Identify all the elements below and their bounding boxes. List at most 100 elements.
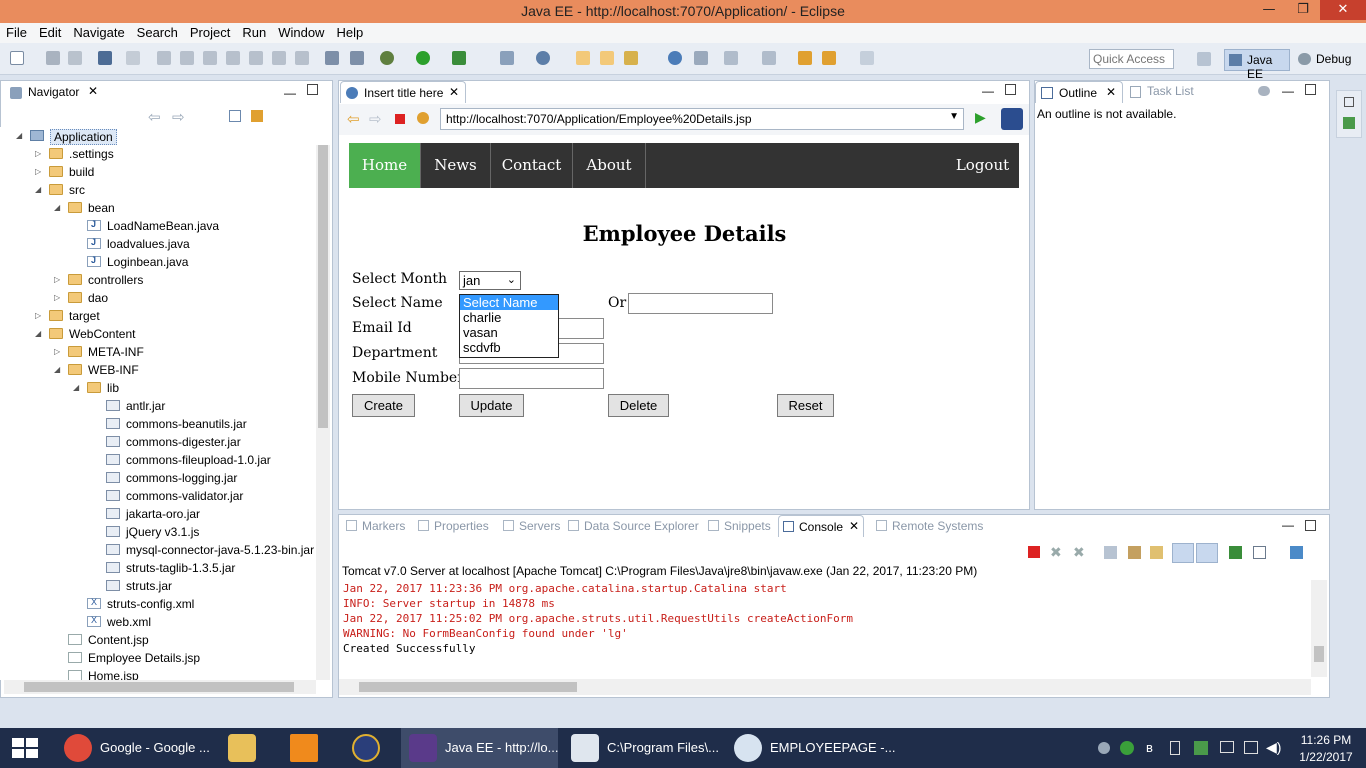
perspective-javaee[interactable]: Java EE [1224,49,1290,81]
resume-icon[interactable] [157,51,171,65]
add-view-icon[interactable] [1343,117,1355,129]
menu-project[interactable]: Project [184,23,236,42]
remove-launch-icon[interactable]: ✖ [1050,545,1062,561]
pin-console-icon[interactable] [1229,546,1242,559]
chevron-right-icon[interactable]: ▷ [35,167,45,177]
step-into-icon[interactable] [249,51,263,65]
back-icon[interactable]: ⇦ [148,108,161,126]
reset-button[interactable]: Reset [777,394,834,417]
chevron-right-icon[interactable]: ▷ [35,149,45,159]
close-icon[interactable]: ✕ [88,84,98,98]
month-select[interactable]: jan ⌄ [459,271,521,290]
menu-window[interactable]: Window [272,23,330,42]
task-eclipse[interactable]: Java EE - http://lo... [401,728,558,768]
task-chrome[interactable]: Google - Google ... [56,728,210,768]
update-button[interactable]: Update [459,394,524,417]
step-return-icon[interactable] [295,51,309,65]
step-over-icon[interactable] [272,51,286,65]
navigator-hscrollbar[interactable] [4,680,316,694]
chevron-down-icon[interactable]: ▼ [949,111,959,122]
previous-annotation-icon[interactable] [762,51,776,65]
restore-icon[interactable] [1344,97,1354,107]
close-icon[interactable]: ✕ [849,519,859,533]
clock[interactable]: 11:26 PM 1/22/2017 [1296,733,1356,764]
open-type-icon[interactable] [576,51,590,65]
battery-icon[interactable] [1220,741,1234,753]
chevron-down-icon[interactable]: ◢ [16,131,26,141]
console-hscroll-thumb[interactable] [359,682,577,692]
link-editor-icon[interactable] [251,110,263,122]
tab-snippets[interactable]: Snippets [704,518,774,540]
open-task-icon[interactable] [600,51,614,65]
forward-icon[interactable] [860,51,874,65]
chevron-down-icon[interactable]: ◢ [54,365,64,375]
quick-access-input[interactable] [1089,49,1174,69]
new-icon[interactable] [10,51,24,65]
tab-browser[interactable]: Insert title here ✕ [340,81,466,103]
nav-contact[interactable]: Contact [491,143,573,188]
tab-outline[interactable]: Outline ✕ [1035,81,1123,103]
create-button[interactable]: Create [352,394,415,417]
close-icon[interactable]: ✕ [449,85,459,99]
terminate-icon[interactable] [203,51,217,65]
web-browser-icon[interactable] [668,51,682,65]
collapse-all-icon[interactable] [229,110,241,122]
maximize-icon[interactable] [1005,84,1016,95]
terminal-icon[interactable] [98,51,112,65]
use-step-filters-icon[interactable] [350,51,364,65]
save-icon[interactable] [46,51,60,65]
drop-to-frame-icon[interactable] [325,51,339,65]
chevron-right-icon[interactable]: ▷ [54,275,64,285]
nav-about[interactable]: About [573,143,646,188]
menu-search[interactable]: Search [131,23,184,42]
bluetooth-icon[interactable]: ʙ [1146,740,1153,755]
debug-icon[interactable] [380,51,394,65]
close-button[interactable]: ✕ [1320,0,1366,20]
maximize-icon[interactable] [1305,84,1316,95]
chevron-down-icon[interactable]: ◢ [35,329,45,339]
chevron-down-icon[interactable]: ◢ [54,203,64,213]
display-console-icon[interactable] [1253,546,1266,559]
navigator-vscrollbar[interactable] [316,145,330,680]
menu-edit[interactable]: Edit [33,23,67,42]
clear-console-icon[interactable] [1104,546,1117,559]
tab-data-source-explorer[interactable]: Data Source Explorer [564,518,700,540]
name-option[interactable]: Select Name [460,295,558,310]
maximize-icon[interactable] [1305,520,1316,531]
tab-remote-systems[interactable]: Remote Systems [872,518,988,540]
forward-icon[interactable]: ⇨ [369,110,382,128]
open-perspective-icon[interactable] [1197,52,1211,66]
scroll-lock-icon[interactable] [1128,546,1141,559]
task-app[interactable] [344,728,394,768]
url-input[interactable]: http://localhost:7070/Application/Employ… [440,108,964,130]
go-icon[interactable]: ▶ [975,110,986,126]
show-stdout-icon[interactable] [1172,543,1194,563]
new-server-icon[interactable] [500,51,514,65]
stop-icon[interactable] [395,114,405,124]
tab-properties[interactable]: Properties [414,518,494,540]
save-all-icon[interactable] [68,51,82,65]
navigator-hscroll-thumb[interactable] [24,682,294,692]
console-vscroll-thumb[interactable] [1314,646,1324,662]
refresh-icon[interactable] [417,112,429,124]
chevron-down-icon[interactable]: ◢ [35,185,45,195]
view-menu-icon[interactable] [1258,86,1270,96]
search-icon[interactable] [624,51,638,65]
close-icon[interactable]: ✕ [1106,85,1116,99]
open-console-icon[interactable] [1290,546,1303,559]
name-option[interactable]: vasan [460,325,558,340]
word-wrap-icon[interactable] [1150,546,1163,559]
minimize-icon[interactable]: — [982,84,994,98]
delete-button[interactable]: Delete [608,394,669,417]
console-hscrollbar[interactable] [339,679,1311,695]
chevron-right-icon[interactable]: ▷ [54,293,64,303]
coverage-icon[interactable] [452,51,466,65]
menu-help[interactable]: Help [330,23,369,42]
show-stderr-icon[interactable] [1196,543,1218,563]
restore-button[interactable]: ❐ [1288,0,1318,20]
back-icon[interactable]: ⇦ [347,110,360,128]
last-edit-icon[interactable] [798,51,812,65]
console-output[interactable]: Jan 22, 2017 11:23:36 PM org.apache.cata… [339,580,1311,677]
task-cmd[interactable]: C:\Program Files\... [563,728,721,768]
task-explorer[interactable] [220,728,270,768]
